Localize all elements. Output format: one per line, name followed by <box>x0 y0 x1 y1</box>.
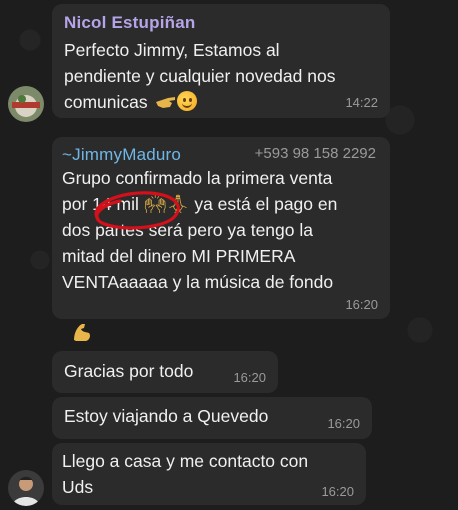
nicol-avatar[interactable] <box>8 86 44 122</box>
message-time: 16:20 <box>321 484 354 499</box>
sender-name[interactable]: ~JimmyMaduro <box>62 145 181 165</box>
message-text-line: pendiente y cualquier novedad nos <box>64 66 336 86</box>
message-time: 16:20 <box>327 416 360 431</box>
sender-phone[interactable]: +593 98 158 2292 <box>255 145 376 162</box>
message-text-part: ya está el pago en <box>194 194 338 214</box>
flexed-biceps-icon[interactable] <box>70 320 94 344</box>
message-text-end: comunicas <box>64 92 148 112</box>
message-text-line: Llego a casa y me contacto con <box>62 451 309 471</box>
message-bubble-viajando[interactable]: Estoy viajando a Quevedo 16:20 <box>52 397 372 439</box>
message-text-line: Perfecto Jimmy, Estamos al <box>64 40 280 60</box>
jimmy-avatar[interactable] <box>8 470 44 506</box>
red-circle-annotation <box>94 191 180 230</box>
message-text-line: mitad del dinero MI PRIMERA <box>62 246 296 266</box>
message-text: Gracias por todo <box>64 361 194 381</box>
message-bubble-nicol[interactable]: Nicol Estupiñan Perfecto Jimmy, Estamos … <box>52 4 390 118</box>
message-bubble-gracias[interactable]: Gracias por todo 16:20 <box>52 351 278 393</box>
message-bubble-llego[interactable]: Llego a casa y me contacto con Uds 16:20 <box>52 443 366 505</box>
message-time: 16:20 <box>345 297 378 312</box>
smiling-face-icon <box>176 91 197 111</box>
message-time: 16:20 <box>233 370 266 385</box>
message-bubble-jimmy[interactable]: ~JimmyMaduro +593 98 158 2292 Grupo conf… <box>52 137 390 319</box>
message-text-line: Uds <box>62 477 94 497</box>
message-text-line: comunicas <box>64 89 384 115</box>
sender-name[interactable]: Nicol Estupiñan <box>64 13 195 33</box>
message-time: 14:22 <box>345 95 378 110</box>
pointing-hand-icon <box>155 90 177 108</box>
message-text-line: VENTAaaaaa y la música de fondo <box>62 272 334 292</box>
message-text: Estoy viajando a Quevedo <box>64 406 269 426</box>
